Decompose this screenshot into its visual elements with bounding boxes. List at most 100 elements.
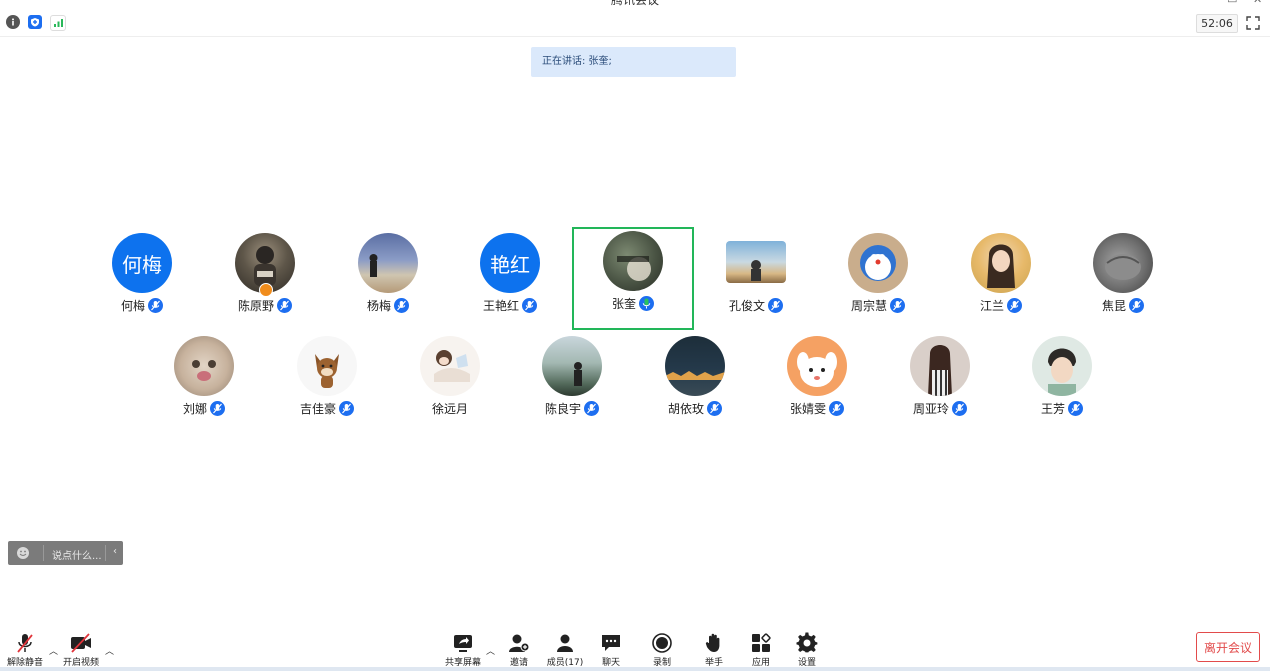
mic-muted-icon: [1007, 298, 1022, 313]
avatar: [358, 233, 418, 293]
members-icon: [557, 634, 573, 652]
share-screen-icon: [454, 635, 472, 652]
participant-name: 周亚玲: [912, 402, 949, 416]
avatar: [1093, 233, 1153, 293]
mic-muted-icon: [952, 401, 967, 416]
audio-options-chevron-icon[interactable]: ︿: [49, 644, 58, 657]
meeting-timer: 52:06: [1196, 14, 1238, 33]
members-button[interactable]: 成员(17): [545, 628, 585, 668]
participant-name: 陈良宇: [544, 402, 581, 416]
shield-icon[interactable]: [28, 15, 42, 29]
participant-name: 杨梅: [366, 299, 391, 313]
divider: [105, 545, 106, 561]
avatar: 何梅: [112, 233, 172, 293]
mic-muted-icon: [829, 401, 844, 416]
chat-button[interactable]: 聊天: [591, 628, 631, 668]
video-options-chevron-icon[interactable]: ︿: [105, 644, 114, 657]
mic-muted-icon: [522, 298, 537, 313]
chat-placeholder: 说点什么...: [52, 551, 102, 562]
participant-name: 张婧雯: [789, 402, 826, 416]
title-bar: 腾讯会议 ▭ ✕: [0, 0, 1270, 8]
host-badge-icon: [259, 283, 273, 297]
avatar: [603, 231, 663, 291]
collapse-chevron-icon[interactable]: ‹: [113, 546, 117, 557]
restore-icon[interactable]: ▭: [1227, 0, 1237, 6]
avatar: [1032, 336, 1092, 396]
emoji-icon[interactable]: [16, 546, 30, 563]
participant-name: 胡依玫: [667, 402, 704, 416]
participant-tile[interactable]: 张婧雯: [756, 332, 878, 432]
raise-hand-icon: [705, 633, 720, 652]
participant-name: 陈原野: [237, 299, 274, 313]
signal-icon[interactable]: [50, 15, 66, 31]
avatar: [542, 336, 602, 396]
avatar: [420, 336, 480, 396]
participant-tile[interactable]: 刘娜: [143, 332, 265, 432]
participant-tile[interactable]: 陈原野: [204, 229, 326, 329]
participant-tile[interactable]: 艳红 王艳红: [449, 229, 571, 329]
gear-icon: [796, 632, 818, 653]
apps-button[interactable]: 应用: [741, 628, 781, 668]
mic-muted-icon: [1129, 298, 1144, 313]
unmute-button[interactable]: 解除静音: [5, 628, 45, 668]
participant-name: 张奎: [611, 297, 636, 311]
divider: [43, 545, 44, 561]
avatar: 艳红: [480, 233, 540, 293]
chat-quick-input[interactable]: 说点什么... ‹: [8, 541, 123, 565]
record-button[interactable]: 录制: [642, 628, 682, 668]
participant-tile-active[interactable]: 张奎: [572, 227, 694, 330]
mic-muted-icon: [210, 401, 225, 416]
participant-name: 孔俊文: [728, 299, 765, 313]
record-icon: [652, 633, 672, 653]
avatar: [971, 233, 1031, 293]
participant-tile[interactable]: 吉佳豪: [266, 332, 388, 432]
participant-tile[interactable]: 王芳: [1001, 332, 1123, 432]
leave-meeting-button[interactable]: 离开会议: [1196, 632, 1260, 662]
info-icon[interactable]: [6, 15, 20, 29]
video-off-icon: [71, 633, 91, 653]
start-video-button[interactable]: 开启视频: [61, 628, 101, 668]
speaking-banner: 正在讲话: 张奎;: [531, 47, 736, 77]
mic-speaking-icon: [639, 296, 654, 311]
participant-name: 周宗慧: [850, 299, 887, 313]
participant-name: 刘娜: [182, 402, 207, 416]
mic-muted-icon: [339, 401, 354, 416]
avatar: [787, 336, 847, 396]
participant-tile[interactable]: 周宗慧: [817, 229, 939, 329]
participant-tile[interactable]: 陈良宇: [511, 332, 633, 432]
participant-name: 吉佳豪: [299, 402, 336, 416]
mic-muted-icon: [277, 298, 292, 313]
share-screen-button[interactable]: 共享屏幕: [443, 628, 483, 668]
mic-muted-icon: [768, 298, 783, 313]
mic-muted-icon: [394, 298, 409, 313]
participant-tile[interactable]: 何梅 何梅: [81, 229, 203, 329]
chat-icon: [602, 635, 620, 651]
participant-name: 江兰: [979, 299, 1004, 313]
add-user-icon: [509, 634, 530, 652]
bottom-toolbar: 解除静音 ︿ 开启视频 ︿ 共享屏幕 ︿ 邀请 成员(17) 聊天 录制 举手 …: [0, 628, 1270, 671]
fullscreen-icon[interactable]: [1244, 14, 1262, 32]
avatar: [297, 336, 357, 396]
participant-tile[interactable]: 焦昆: [1062, 229, 1184, 329]
participant-name: 王芳: [1040, 402, 1065, 416]
window-title: 腾讯会议: [610, 0, 659, 7]
avatar: [665, 336, 725, 396]
top-bar: 52:06: [0, 10, 1270, 37]
participant-tile[interactable]: 江兰: [940, 229, 1062, 329]
participant-tile[interactable]: 孔俊文: [695, 229, 817, 329]
bottom-edge: [0, 667, 1270, 671]
avatar: [910, 336, 970, 396]
participant-tile[interactable]: 徐远月: [389, 332, 511, 432]
mic-muted-icon: [148, 298, 163, 313]
raise-hand-button[interactable]: 举手: [694, 628, 734, 668]
participant-tile[interactable]: 周亚玲: [879, 332, 1001, 432]
mic-muted-icon: [1068, 401, 1083, 416]
participant-name: 焦昆: [1101, 299, 1126, 313]
participant-tile[interactable]: 杨梅: [327, 229, 449, 329]
settings-button[interactable]: 设置: [787, 628, 827, 668]
participant-tile[interactable]: 胡依玫: [634, 332, 756, 432]
invite-button[interactable]: 邀请: [499, 628, 539, 668]
apps-icon: [752, 633, 771, 652]
close-icon[interactable]: ✕: [1253, 0, 1262, 6]
share-options-chevron-icon[interactable]: ︿: [486, 644, 495, 657]
